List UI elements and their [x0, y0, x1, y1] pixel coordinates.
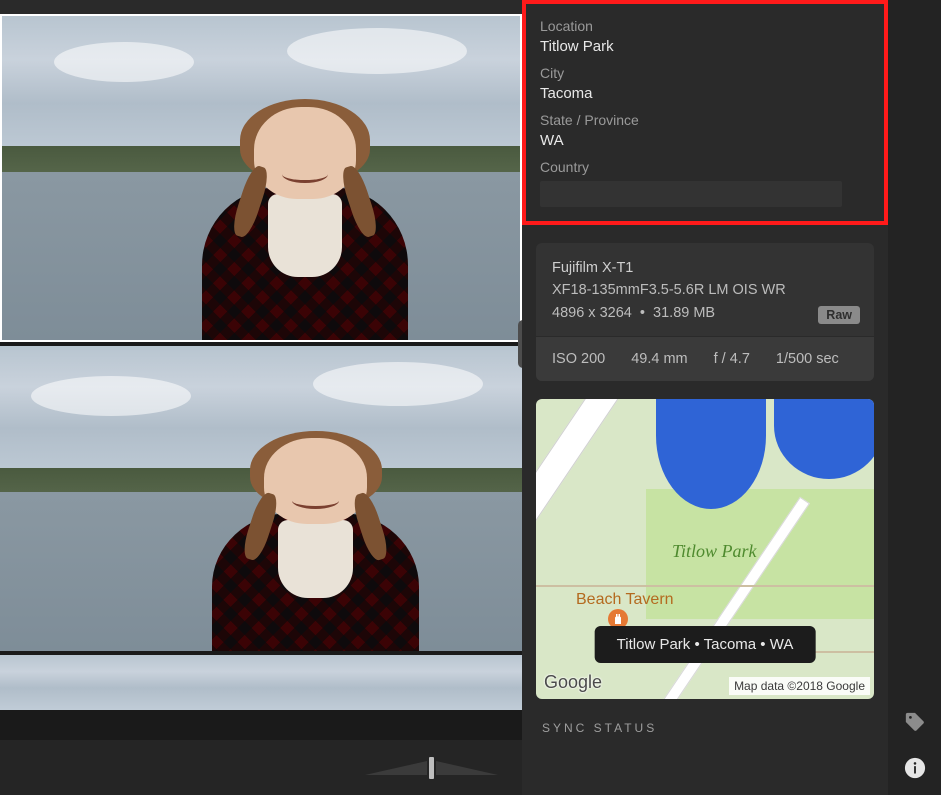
- city-value[interactable]: Tacoma: [540, 85, 870, 102]
- slider-track-right: [436, 761, 498, 775]
- image-thumbnail[interactable]: [0, 655, 522, 710]
- right-rail: [888, 0, 941, 795]
- image-dimensions: 4896 x 3264: [552, 305, 632, 321]
- map-water: [774, 399, 874, 479]
- dot-separator: •: [640, 305, 645, 321]
- map-park-label: Titlow Park: [672, 541, 757, 562]
- map-preview[interactable]: Titlow Park Beach Tavern Titlow Park • T…: [536, 399, 874, 699]
- exif-focal: 49.4 mm: [631, 351, 687, 367]
- slider-track-left: [365, 761, 427, 775]
- exif-row: ISO 200 49.4 mm f / 4.7 1/500 sec: [536, 336, 874, 381]
- sync-status-heading: SYNC STATUS: [542, 721, 874, 735]
- photo: [0, 346, 522, 651]
- state-value[interactable]: WA: [540, 132, 870, 149]
- app-root: Location Titlow Park City Tacoma State /…: [0, 0, 941, 795]
- grid-row-strip: [0, 0, 522, 14]
- thumbnail-size-slider[interactable]: [365, 757, 498, 779]
- image-grid-panel: [0, 0, 522, 795]
- camera-model: Fujifilm X-T1: [552, 257, 858, 279]
- location-card: Location Titlow Park City Tacoma State /…: [522, 0, 888, 225]
- camera-card: Fujifilm X-T1 XF18-135mmF3.5-5.6R LM OIS…: [536, 243, 874, 381]
- country-input[interactable]: [540, 181, 842, 207]
- image-thumbnail-selected[interactable]: [0, 14, 522, 342]
- camera-lens: XF18-135mmF3.5-5.6R LM OIS WR: [552, 279, 858, 301]
- map-tavern-label: Beach Tavern: [576, 591, 674, 609]
- exif-shutter: 1/500 sec: [776, 351, 839, 367]
- grid-scrollbar[interactable]: [518, 320, 522, 368]
- map-road: [536, 585, 874, 587]
- map-attribution: Map data ©2018 Google: [729, 677, 870, 695]
- location-label: Location: [540, 18, 870, 34]
- photo: [0, 655, 522, 710]
- tag-icon[interactable]: [904, 711, 926, 733]
- location-value[interactable]: Titlow Park: [540, 38, 870, 55]
- map-location-pill: Titlow Park • Tacoma • WA: [595, 626, 816, 663]
- photo: [2, 16, 520, 340]
- slider-knob[interactable]: [429, 757, 434, 779]
- info-icon[interactable]: [904, 757, 926, 779]
- exif-iso: ISO 200: [552, 351, 605, 367]
- image-grid[interactable]: [0, 0, 522, 740]
- map-brand: Google: [544, 672, 602, 693]
- grid-toolbar: [0, 740, 522, 795]
- image-thumbnail[interactable]: [0, 346, 522, 651]
- raw-badge: Raw: [818, 306, 860, 324]
- city-label: City: [540, 65, 870, 81]
- file-size: 31.89 MB: [653, 305, 715, 321]
- camera-size-row: 4896 x 3264 • 31.89 MB: [552, 302, 858, 324]
- state-label: State / Province: [540, 112, 870, 128]
- info-panel: Location Titlow Park City Tacoma State /…: [522, 0, 888, 795]
- country-label: Country: [540, 159, 870, 175]
- exif-aperture: f / 4.7: [714, 351, 750, 367]
